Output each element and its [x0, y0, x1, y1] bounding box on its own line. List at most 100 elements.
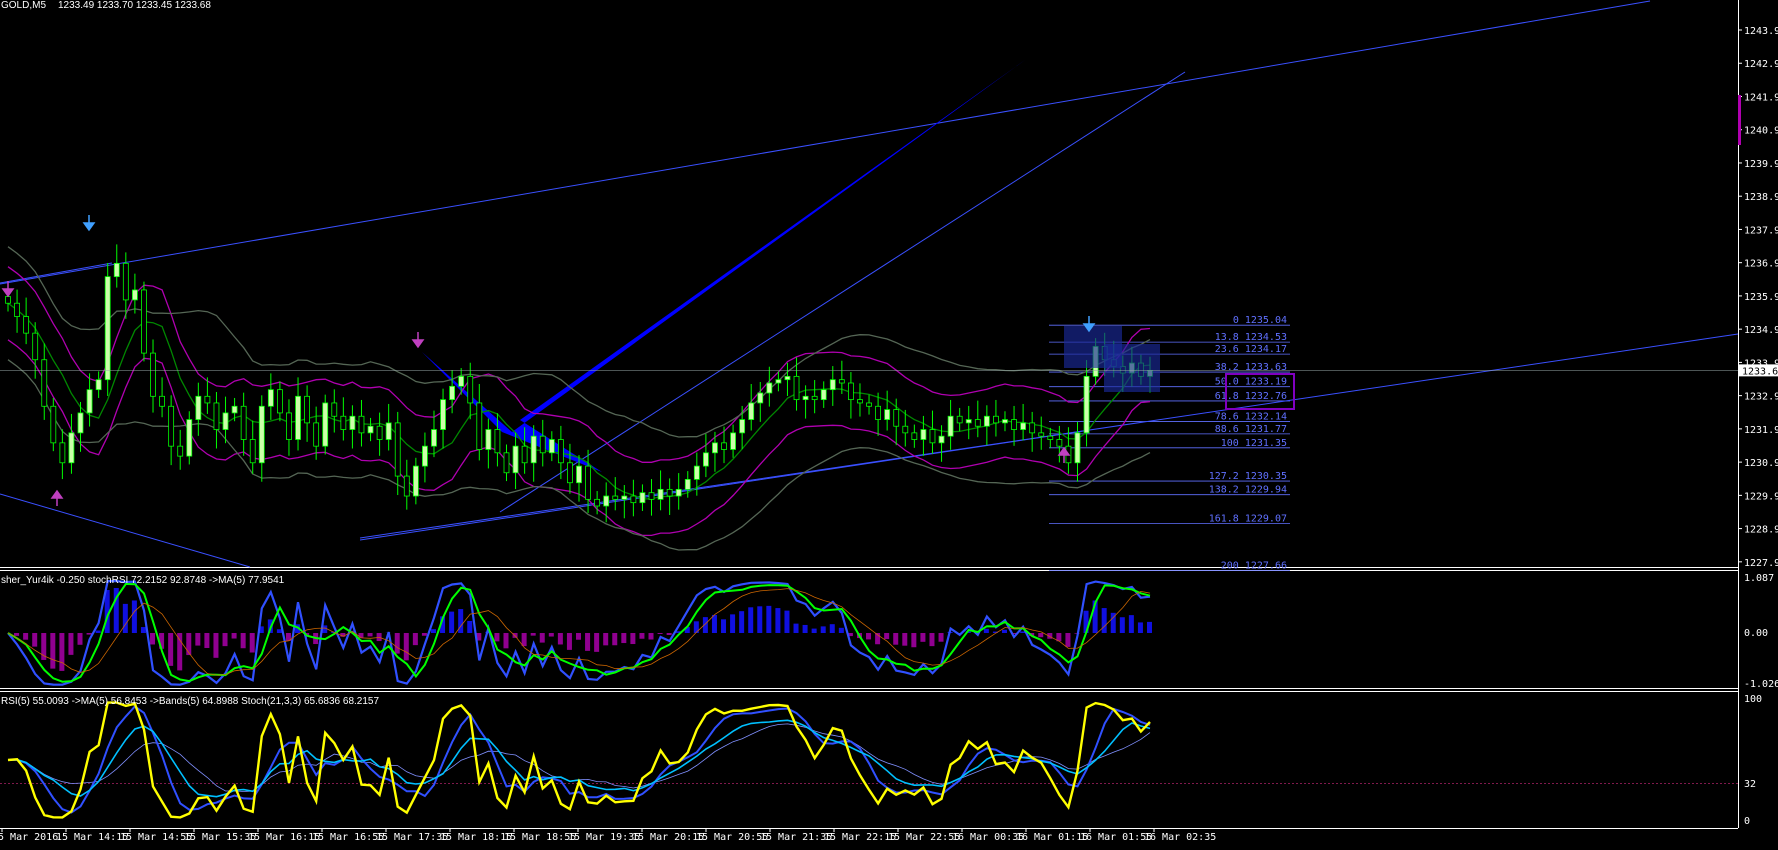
header-quote: 1233.49 1233.70 1233.45 1233.68 [58, 0, 211, 11]
candle-body [576, 465, 582, 484]
time-tick-label: 15 Mar 20:55 [696, 832, 768, 843]
candle-body [367, 425, 374, 434]
candle-body [258, 405, 265, 464]
histogram-bar [829, 624, 835, 633]
candle-body [1002, 419, 1008, 424]
trading-chart[interactable]: 0 1235.04 13.8 1234.5323.6 1234.17 38.2 12… [0, 0, 1778, 850]
candle-body [983, 415, 990, 427]
candle-body [68, 432, 75, 464]
candle-body [594, 498, 601, 507]
time-tick-label: 15 Mar 19:35 [568, 832, 640, 843]
histogram-bar [449, 611, 455, 633]
arrow-up-icon [50, 489, 64, 506]
candle-body [893, 409, 900, 427]
histogram-bar [458, 609, 464, 633]
price-tick-label: 1234.92 [1744, 325, 1778, 336]
histogram-bar [893, 633, 899, 645]
indicator-2-title: RSI(5) 55.0093 ->MA(5) 56.8453 ->Bands(5… [1, 696, 379, 707]
time-tick-label: 15 Mar 17:35 [376, 832, 448, 843]
candle-body [385, 422, 392, 440]
stoch-rsi-panel[interactable]: sher_Yur4ik -0.250 stochRSI 72.2152 92.8… [1, 573, 1778, 690]
histogram-bar [430, 629, 436, 633]
price-tick-label: 1231.92 [1744, 425, 1778, 436]
candle-body [240, 405, 247, 440]
candle-body [793, 375, 800, 401]
histogram-bar [412, 633, 418, 646]
histogram-bar [150, 633, 156, 645]
indicator-2-axis: 100 32 0 [1744, 694, 1762, 827]
candle-body [131, 289, 138, 301]
indicator-2-tick-label: 0 [1744, 816, 1750, 827]
candle-body [965, 419, 972, 424]
candle-body [50, 405, 57, 444]
histogram-bar [721, 619, 727, 633]
candle-body [739, 419, 746, 434]
histogram-bar [231, 633, 237, 639]
candle-body [476, 402, 483, 450]
indicator-1-tick-label: 0.00 [1744, 628, 1768, 639]
candle-body [929, 429, 936, 444]
candle-body [521, 445, 528, 464]
candle-body [630, 495, 637, 504]
candle-body [286, 412, 292, 440]
histogram-bar [376, 633, 382, 642]
candle-body [267, 389, 274, 407]
candle-body [757, 392, 764, 404]
histogram-bar [911, 633, 917, 648]
fib-level-label: 127.2 1230.35 [1209, 471, 1287, 482]
price-tick-label: 1232.92 [1744, 392, 1778, 403]
indicator-2-tick-label: 100 [1744, 694, 1762, 705]
candle-body [920, 429, 927, 440]
histogram-bar [920, 633, 926, 642]
candle-body [848, 382, 854, 401]
indicator-1-tick-label: -1.026 [1744, 679, 1778, 690]
indicator-1-tick-label: 1.087 [1744, 573, 1774, 584]
time-tick-label: 16 Mar 02:35 [1144, 832, 1216, 843]
candle-body [938, 435, 945, 444]
candle-body [775, 379, 782, 384]
histogram-bar [168, 633, 174, 666]
histogram-bar [204, 633, 210, 648]
histogram-bar [766, 605, 772, 633]
price-panel[interactable]: 0 1235.04 13.8 1234.5323.6 1234.17 38.2 12… [0, 0, 1778, 571]
fib-level-label: 78.6 1232.14 [1215, 412, 1287, 423]
histogram-bar [566, 633, 572, 650]
histogram-bar [820, 626, 826, 633]
histogram-bar [503, 633, 509, 649]
histogram-bar [884, 633, 890, 640]
histogram-bar [122, 603, 128, 633]
bollinger-bands [7, 246, 1151, 551]
time-tick-label: 15 Mar 14:55 [120, 832, 192, 843]
histogram-bar [367, 633, 373, 637]
histogram-bar [1065, 633, 1071, 647]
price-tick-label: 1242.92 [1744, 59, 1778, 70]
candle-body [875, 405, 881, 420]
histogram-bar [23, 633, 29, 640]
candle-body [712, 442, 718, 454]
rsi-stoch-panel[interactable]: RSI(5) 55.0093 ->MA(5) 56.8453 ->Bands(5… [0, 694, 1762, 827]
price-tick-label: 1241.92 [1744, 92, 1778, 103]
histogram-bar [711, 614, 717, 633]
candle-body [394, 422, 401, 477]
time-tick-label: 15 Mar 22:15 [824, 832, 896, 843]
price-scale-marker [1738, 95, 1741, 145]
candle-body [231, 405, 238, 414]
candle-body [195, 395, 202, 420]
candle-body [5, 296, 11, 304]
candle-body [1011, 419, 1017, 430]
time-tick-label: 15 Mar 20:15 [632, 832, 704, 843]
indicator-1-title: sher_Yur4ik -0.250 stochRSI 72.2152 92.8… [1, 575, 285, 586]
price-tick-label: 1238.92 [1744, 192, 1778, 203]
candle-body [485, 429, 492, 450]
candle-body [376, 425, 383, 440]
candle-body [249, 439, 256, 464]
time-tick-label: 15 Mar 14:15 [56, 832, 128, 843]
candle-body [811, 395, 818, 401]
candle-body [32, 332, 39, 361]
candle-body [902, 425, 909, 434]
histogram-bar [902, 633, 908, 646]
candle-body [866, 402, 872, 407]
harmonic-pattern [422, 60, 1025, 472]
histogram-bar [739, 611, 745, 633]
candle-body [1029, 422, 1036, 434]
